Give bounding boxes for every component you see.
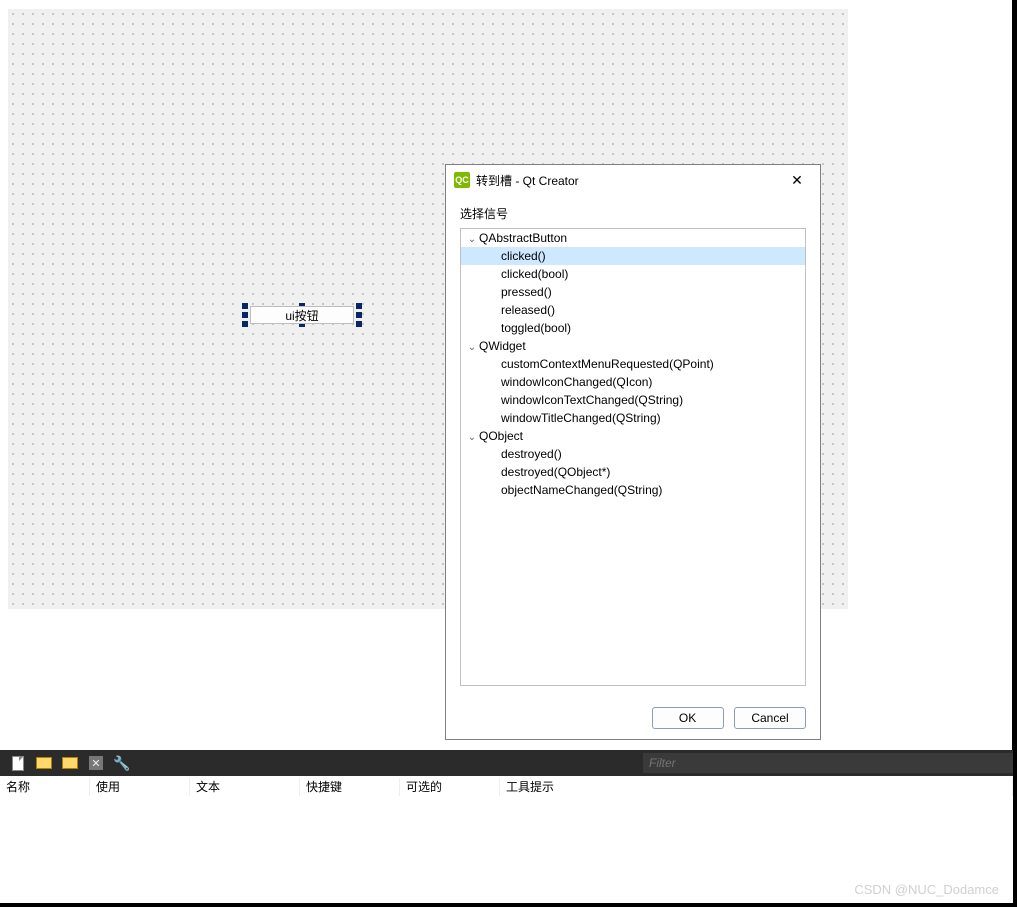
col-used[interactable]: 使用 [90, 778, 190, 796]
selected-button-widget[interactable]: ui按钮 [242, 303, 362, 327]
go-to-slot-dialog: QC 转到槽 - Qt Creator ✕ 选择信号 ⌄QAbstractBut… [445, 164, 821, 740]
ui-push-button[interactable]: ui按钮 [250, 306, 354, 324]
tree-item-label: customContextMenuRequested(QPoint) [501, 357, 714, 371]
resize-handle-tl[interactable] [242, 303, 248, 309]
tree-signal-item[interactable]: ⌄windowIconTextChanged(QString) [461, 391, 805, 409]
tree-signal-item[interactable]: ⌄destroyed(QObject*) [461, 463, 805, 481]
resize-handle-tr[interactable] [356, 303, 362, 309]
tree-signal-item[interactable]: ⌄toggled(bool) [461, 319, 805, 337]
tree-item-label: windowIconChanged(QIcon) [501, 375, 652, 389]
dialog-titlebar[interactable]: QC 转到槽 - Qt Creator ✕ [446, 165, 820, 195]
col-shortcut[interactable]: 快捷键 [300, 778, 400, 796]
tree-item-label: QObject [479, 429, 523, 443]
tree-signal-item[interactable]: ⌄clicked(bool) [461, 265, 805, 283]
tree-item-label: clicked() [501, 249, 546, 263]
tree-item-label: clicked(bool) [501, 267, 568, 281]
tree-signal-item[interactable]: ⌄clicked() [461, 247, 805, 265]
new-action-icon[interactable] [8, 753, 28, 773]
tree-item-label: windowIconTextChanged(QString) [501, 393, 683, 407]
tree-group[interactable]: ⌄QAbstractButton [461, 229, 805, 247]
tree-signal-item[interactable]: ⌄objectNameChanged(QString) [461, 481, 805, 499]
frame-border-right [1013, 0, 1017, 907]
dialog-button-row: OK Cancel [646, 707, 806, 729]
tree-item-label: released() [501, 303, 555, 317]
resize-handle-mr[interactable] [356, 312, 362, 318]
filter-input[interactable] [643, 753, 1013, 773]
tree-group[interactable]: ⌄QObject [461, 427, 805, 445]
folder-icon[interactable] [34, 753, 54, 773]
col-checkable[interactable]: 可选的 [400, 778, 500, 796]
tree-item-label: windowTitleChanged(QString) [501, 411, 661, 425]
action-editor-columns: 名称 使用 文本 快捷键 可选的 工具提示 [0, 776, 1013, 796]
tree-item-label: destroyed(QObject*) [501, 465, 610, 479]
tree-signal-item[interactable]: ⌄pressed() [461, 283, 805, 301]
tree-signal-item[interactable]: ⌄windowIconChanged(QIcon) [461, 373, 805, 391]
tree-signal-item[interactable]: ⌄customContextMenuRequested(QPoint) [461, 355, 805, 373]
resize-handle-ml[interactable] [242, 312, 248, 318]
col-text[interactable]: 文本 [190, 778, 300, 796]
tree-item-label: QAbstractButton [479, 231, 567, 245]
tree-signal-item[interactable]: ⌄windowTitleChanged(QString) [461, 409, 805, 427]
ui-push-button-label: ui按钮 [285, 307, 318, 324]
delete-icon[interactable]: ✕ [86, 753, 106, 773]
tree-item-label: toggled(bool) [501, 321, 571, 335]
tree-item-label: destroyed() [501, 447, 562, 461]
resize-handle-br[interactable] [356, 321, 362, 327]
col-tooltip[interactable]: 工具提示 [500, 778, 1013, 796]
signal-tree[interactable]: ⌄QAbstractButton⌄clicked()⌄clicked(bool)… [460, 228, 806, 686]
tree-group[interactable]: ⌄QWidget [461, 337, 805, 355]
select-signal-label: 选择信号 [446, 195, 820, 228]
cancel-button[interactable]: Cancel [734, 707, 806, 729]
col-name[interactable]: 名称 [0, 778, 90, 796]
tree-signal-item[interactable]: ⌄destroyed() [461, 445, 805, 463]
action-editor-toolbar: ✕ 🔧 [0, 750, 1013, 776]
watermark-text: CSDN @NUC_Dodamce [854, 882, 999, 897]
tree-item-label: pressed() [501, 285, 552, 299]
close-icon[interactable]: ✕ [782, 166, 812, 194]
tree-item-label: QWidget [479, 339, 526, 353]
qt-creator-icon: QC [454, 172, 470, 188]
resize-handle-bl[interactable] [242, 321, 248, 327]
ok-button[interactable]: OK [652, 707, 724, 729]
wrench-icon[interactable]: 🔧 [112, 753, 132, 773]
frame-border-bottom [0, 903, 1017, 907]
tree-item-label: objectNameChanged(QString) [501, 483, 662, 497]
dialog-title: 转到槽 - Qt Creator [476, 172, 782, 189]
folder2-icon[interactable] [60, 753, 80, 773]
action-editor-body[interactable] [0, 796, 1013, 884]
tree-signal-item[interactable]: ⌄released() [461, 301, 805, 319]
